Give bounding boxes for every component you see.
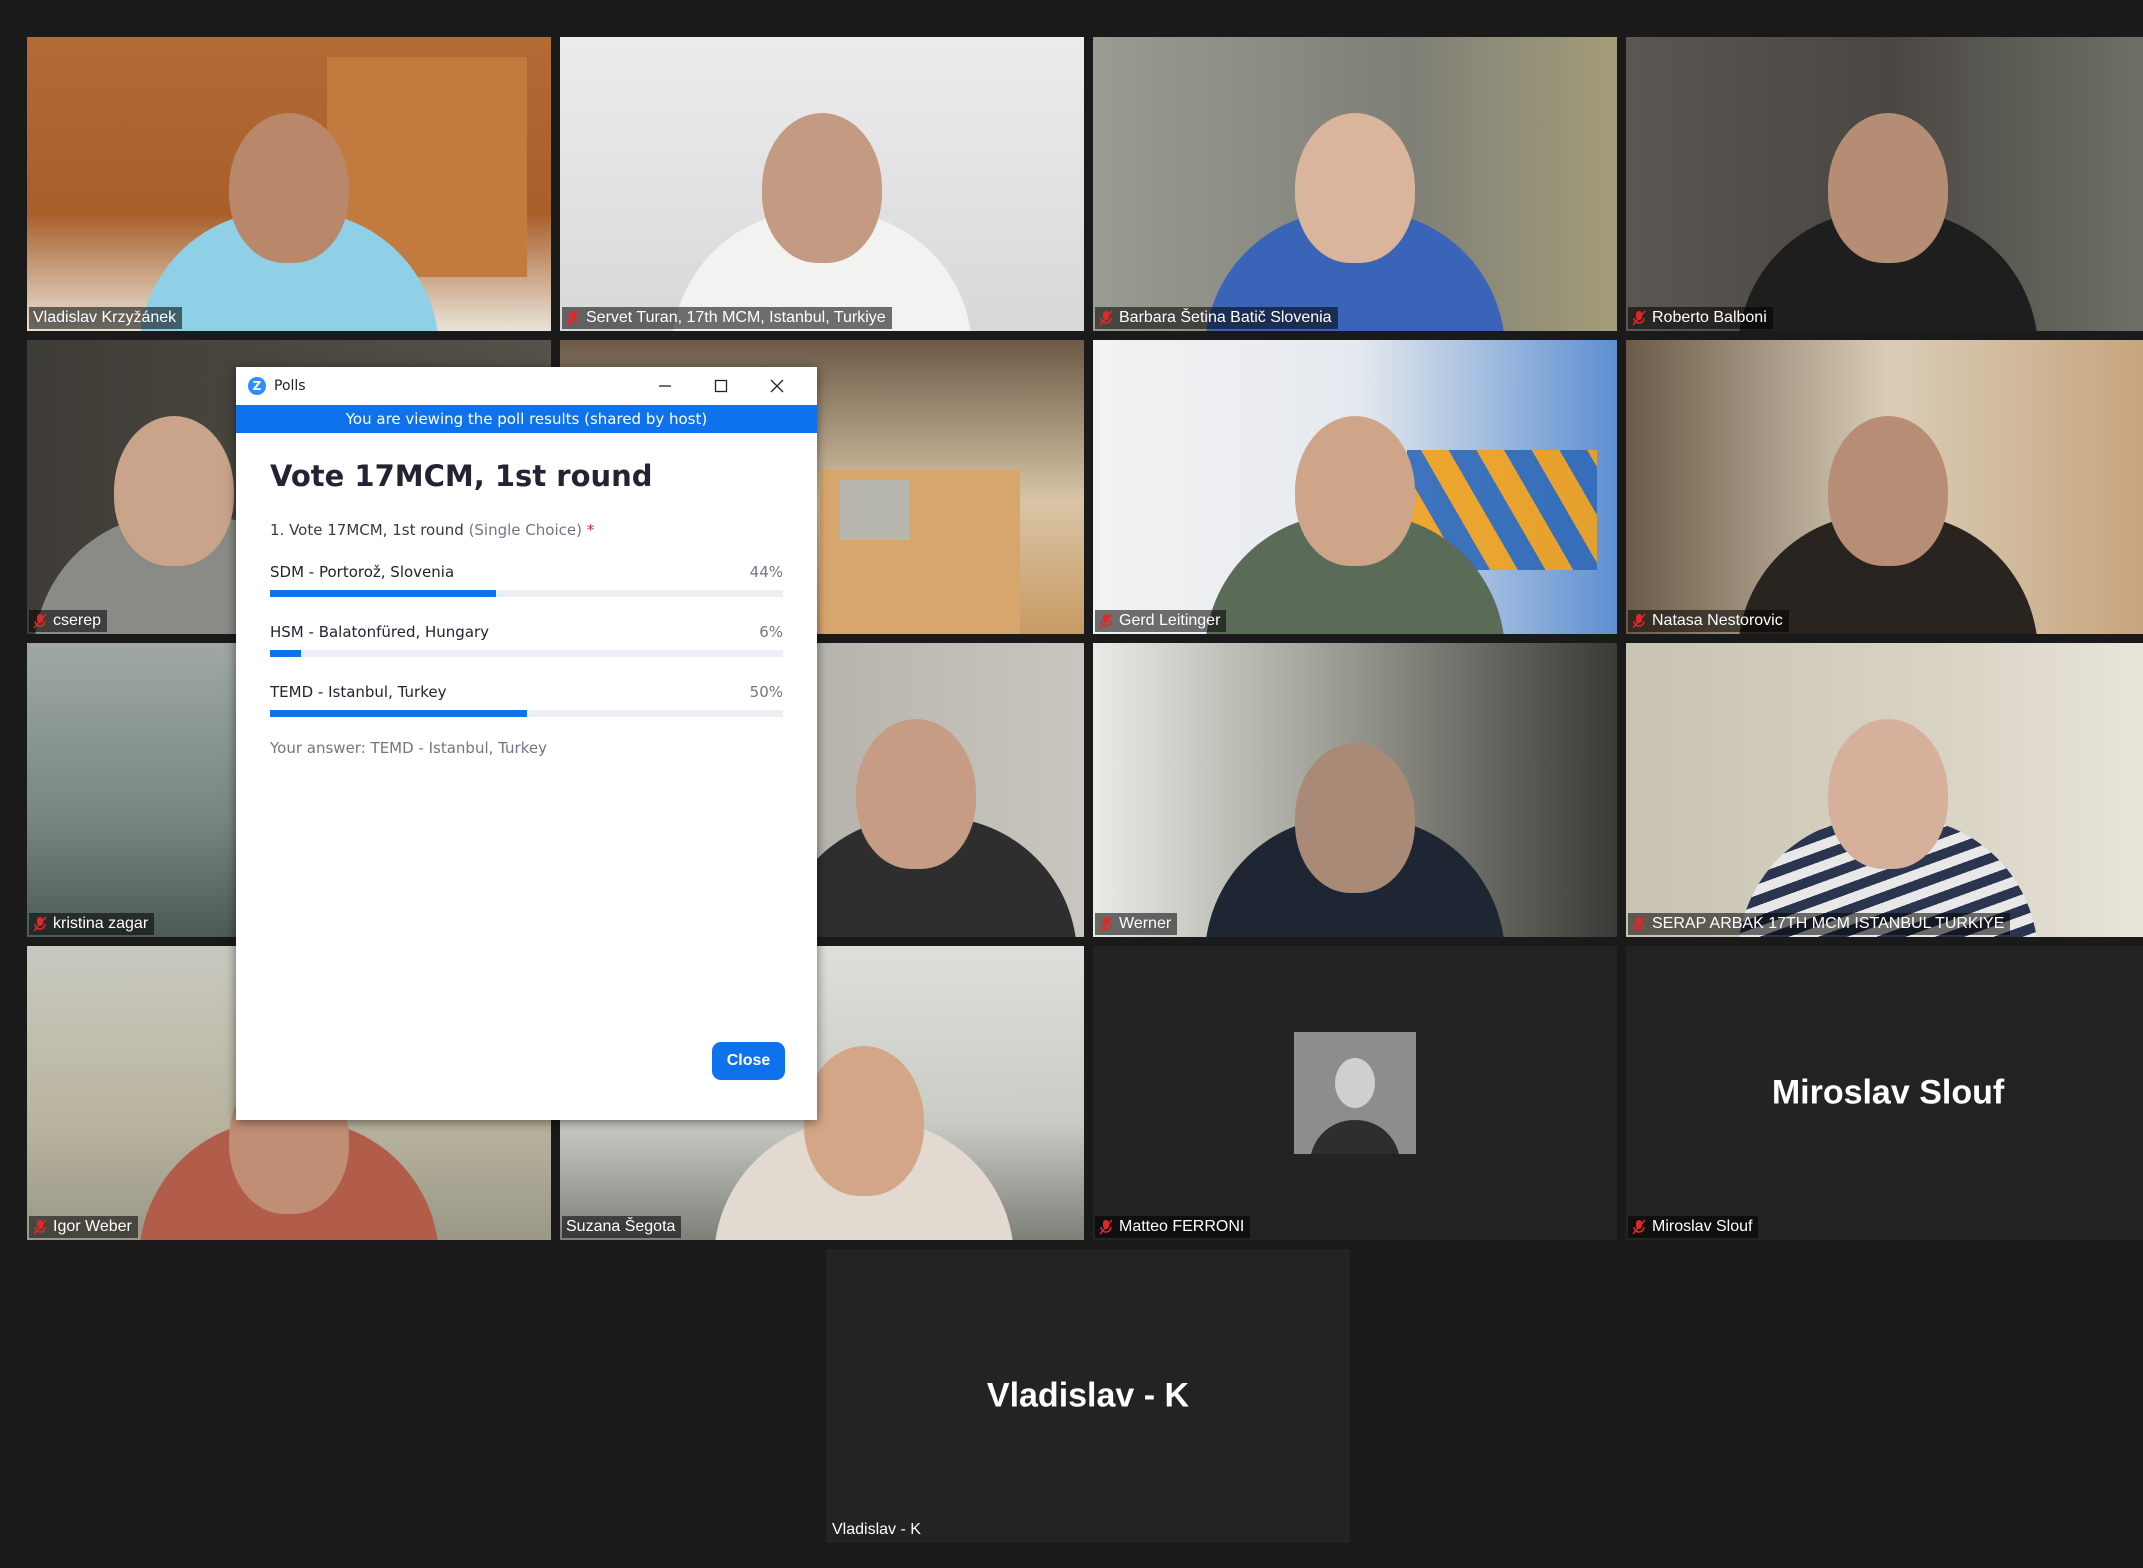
video-feed — [1626, 643, 2143, 937]
video-feed — [560, 37, 1084, 331]
video-feed — [1626, 340, 2143, 634]
video-feed — [1626, 37, 2143, 331]
zoom-logo-icon: Z — [248, 377, 266, 395]
shared-results-banner: You are viewing the poll results (shared… — [236, 405, 817, 433]
option-percent: 6% — [759, 623, 783, 641]
participant-name-label: Natasa Nestorovic — [1628, 610, 1789, 632]
mic-muted-icon — [1632, 916, 1646, 932]
poll-option: TEMD - Istanbul, Turkey 50% — [270, 683, 783, 717]
mic-muted-icon — [566, 310, 580, 326]
result-bar-fill — [270, 590, 496, 597]
video-feed — [27, 37, 551, 331]
option-percent: 44% — [749, 563, 783, 581]
mic-muted-icon — [1632, 310, 1646, 326]
result-bar — [270, 590, 783, 597]
video-tile-werner[interactable]: Werner — [1093, 643, 1617, 937]
participant-name-label: Roberto Balboni — [1628, 307, 1773, 329]
option-label: HSM - Balatonfüred, Hungary — [270, 623, 490, 641]
participant-name-label: kristina zagar — [29, 913, 155, 935]
participant-name-label: cserep — [29, 610, 108, 632]
participant-avatar — [1294, 1032, 1416, 1154]
required-mark: * — [586, 521, 595, 539]
mic-muted-icon — [33, 613, 47, 629]
video-tile-gerd-leitinger[interactable]: Gerd Leitinger — [1093, 340, 1617, 634]
mic-muted-icon — [33, 1219, 47, 1235]
option-label: TEMD - Istanbul, Turkey — [270, 683, 447, 701]
mic-muted-icon — [33, 916, 47, 932]
question-type: (Single Choice) — [468, 521, 582, 539]
video-feed — [1093, 37, 1617, 331]
mic-muted-icon — [1632, 613, 1646, 629]
mic-muted-icon — [1099, 916, 1113, 932]
window-title: Polls — [274, 378, 306, 394]
mic-muted-icon — [1099, 1219, 1113, 1235]
participant-name-label: Miroslav Slouf — [1628, 1216, 1759, 1238]
participant-name-label: Vladislav Krzyžánek — [29, 307, 183, 329]
mic-muted-icon — [1632, 1219, 1646, 1235]
close-window-button[interactable] — [749, 367, 805, 405]
video-tile-natasa-nestorovic[interactable]: Natasa Nestorovic — [1626, 340, 2143, 634]
option-label: SDM - Portorož, Slovenia — [270, 563, 455, 581]
participant-name-label: Werner — [1095, 913, 1178, 935]
poll-title: Vote 17MCM, 1st round — [270, 459, 653, 493]
video-feed — [1093, 340, 1617, 634]
maximize-button[interactable] — [693, 367, 749, 405]
video-tile-vladislav-krzyzanek[interactable]: Vladislav Krzyžánek — [27, 37, 551, 331]
participant-name-label: Servet Turan, 17th MCM, Istanbul, Turkiy… — [562, 307, 892, 329]
participant-name-label: Barbara Šetina Batič Slovenia — [1095, 307, 1338, 329]
video-tile-vladislav-k[interactable]: Vladislav - K Vladislav - K — [826, 1249, 1350, 1543]
video-tile-matteo-ferroni[interactable]: Matteo FERRONI — [1093, 946, 1617, 1240]
option-percent: 50% — [749, 683, 783, 701]
video-tile-barbara-setina-batic[interactable]: Barbara Šetina Batič Slovenia — [1093, 37, 1617, 331]
result-bar — [270, 650, 783, 657]
participant-display-name: Vladislav - K — [986, 1376, 1190, 1415]
your-answer: Your answer: TEMD - Istanbul, Turkey — [270, 739, 547, 757]
close-button[interactable]: Close — [712, 1042, 785, 1080]
participant-name-label: Suzana Šegota — [562, 1216, 682, 1238]
poll-window: Z Polls You are viewing the poll results… — [236, 367, 817, 1120]
video-feed — [1093, 643, 1617, 937]
video-tile-roberto-balboni[interactable]: Roberto Balboni — [1626, 37, 2143, 331]
minimize-icon — [659, 385, 671, 387]
mic-muted-icon — [1099, 613, 1113, 629]
participant-name-label: SERAP ARBAK 17TH MCM ISTANBUL TURKIYE — [1628, 913, 2011, 935]
question-text: 1. Vote 17MCM, 1st round — [270, 521, 464, 539]
poll-option: SDM - Portorož, Slovenia 44% — [270, 563, 783, 597]
minimize-button[interactable] — [637, 367, 693, 405]
video-tile-servet-turan[interactable]: Servet Turan, 17th MCM, Istanbul, Turkiy… — [560, 37, 1084, 331]
participant-display-name: Miroslav Slouf — [1771, 1073, 2005, 1112]
video-tile-miroslav-slouf[interactable]: Miroslav Slouf Miroslav Slouf — [1626, 946, 2143, 1240]
poll-titlebar[interactable]: Z Polls — [236, 367, 817, 405]
result-bar — [270, 710, 783, 717]
result-bar-fill — [270, 650, 301, 657]
close-icon — [770, 379, 784, 393]
mic-muted-icon — [1099, 310, 1113, 326]
poll-question: 1. Vote 17MCM, 1st round (Single Choice)… — [270, 521, 783, 539]
maximize-icon — [714, 379, 728, 393]
video-tile-serap-arbak[interactable]: SERAP ARBAK 17TH MCM ISTANBUL TURKIYE — [1626, 643, 2143, 937]
participant-name-label: Gerd Leitinger — [1095, 610, 1227, 632]
result-bar-fill — [270, 710, 527, 717]
poll-option: HSM - Balatonfüred, Hungary 6% — [270, 623, 783, 657]
participant-name-label: Vladislav - K — [832, 1521, 921, 1538]
participant-name-label: Matteo FERRONI — [1095, 1216, 1251, 1238]
participant-name-label: Igor Weber — [29, 1216, 138, 1238]
